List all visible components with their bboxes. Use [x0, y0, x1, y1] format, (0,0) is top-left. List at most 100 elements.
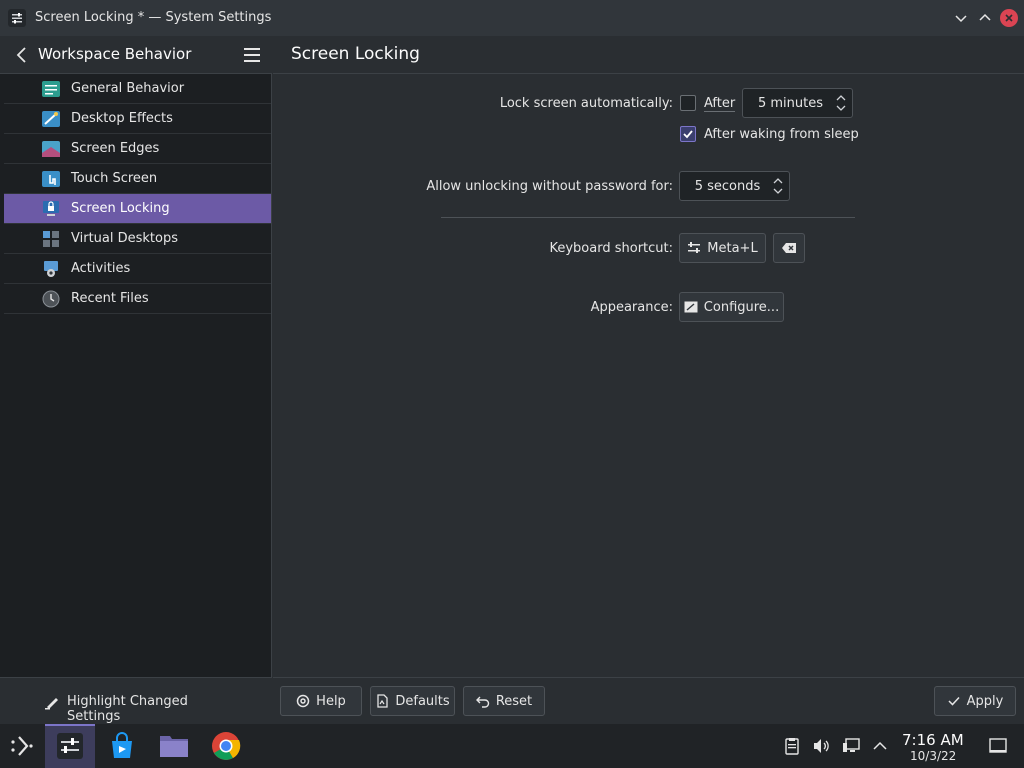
page-title: Screen Locking	[291, 44, 420, 64]
spin-arrows-icon[interactable]	[773, 175, 783, 197]
shortcut-config-icon	[688, 242, 701, 253]
unlock-without-password-label: Allow unlocking without password for:	[426, 179, 673, 194]
taskbar-system-settings[interactable]	[54, 730, 86, 762]
close-button[interactable]	[999, 8, 1019, 28]
backspace-clear-icon	[782, 243, 796, 253]
shortcut-value: Meta+L	[707, 240, 758, 256]
page-footer: Help Defaults Reset Apply	[273, 677, 1024, 724]
appearance-label: Appearance:	[590, 300, 673, 315]
hamburger-menu-icon[interactable]	[243, 47, 261, 63]
screen-edges-icon	[42, 141, 60, 157]
sidebar-item-activities[interactable]: Activities	[4, 254, 271, 284]
keyboard-shortcut-button[interactable]: Meta+L	[679, 233, 766, 263]
configure-icon	[684, 301, 698, 313]
checkmark-icon	[948, 696, 960, 706]
sidebar-title: Workspace Behavior	[38, 45, 192, 63]
section-divider	[441, 217, 855, 218]
volume-icon[interactable]	[812, 737, 830, 755]
touch-screen-icon	[42, 171, 60, 187]
configure-button[interactable]: Configure...	[679, 292, 784, 322]
sidebar-list: General Behavior Desktop Effects Screen …	[4, 74, 271, 314]
undo-icon	[475, 696, 490, 708]
taskbar-discover[interactable]	[106, 730, 138, 762]
sidebar-item-screen-edges[interactable]: Screen Edges	[4, 134, 271, 164]
system-settings-app-icon[interactable]	[8, 9, 26, 27]
defaults-button[interactable]: Defaults	[370, 686, 455, 716]
chevron-up-icon[interactable]	[871, 737, 889, 755]
sidebar-item-label: Activities	[71, 261, 131, 276]
activities-icon	[44, 261, 58, 277]
chevron-up-icon	[979, 13, 991, 21]
desktop-effects-icon	[42, 111, 60, 127]
sidebar-header: Workspace Behavior	[0, 36, 272, 74]
taskbar-dolphin[interactable]	[158, 730, 190, 762]
application-launcher-button[interactable]	[6, 730, 38, 762]
help-label: Help	[316, 693, 346, 709]
sidebar-item-label: Desktop Effects	[71, 111, 173, 126]
help-button[interactable]: Help	[280, 686, 362, 716]
spin-arrows-icon[interactable]	[836, 92, 846, 114]
maximize-button[interactable]	[975, 8, 995, 28]
clipboard-icon[interactable]	[783, 737, 801, 755]
taskbar-chrome[interactable]	[210, 730, 242, 762]
system-settings-icon	[57, 733, 83, 759]
folder-icon	[160, 736, 188, 757]
sidebar-item-recent-files[interactable]: Recent Files	[4, 284, 271, 314]
page-header: Screen Locking	[273, 36, 1024, 74]
sidebar-item-general-behavior[interactable]: General Behavior	[4, 74, 271, 104]
taskbar: 7:16 AM 10/3/22	[0, 724, 1024, 768]
apply-label: Apply	[966, 693, 1004, 709]
sidebar-item-label: Touch Screen	[71, 171, 158, 186]
reset-button[interactable]: Reset	[463, 686, 545, 716]
sidebar-item-label: Screen Locking	[71, 201, 170, 216]
clear-shortcut-button[interactable]	[773, 233, 805, 263]
reset-label: Reset	[495, 693, 533, 709]
close-icon	[1000, 9, 1018, 27]
system-settings-window: Screen Locking * — System Settings Works…	[0, 0, 1024, 724]
sidebar-item-touch-screen[interactable]: Touch Screen	[4, 164, 271, 194]
sidebar-item-label: Screen Edges	[71, 141, 160, 156]
discover-store-icon	[112, 732, 132, 758]
sidebar-item-label: General Behavior	[71, 81, 185, 96]
apply-button[interactable]: Apply	[934, 686, 1016, 716]
after-waking-checkbox[interactable]	[680, 126, 696, 142]
unlock-grace-value: 5 seconds	[694, 179, 761, 194]
lock-screen-automatically-label: Lock screen automatically:	[499, 96, 673, 111]
lock-timeout-value: 5 minutes	[757, 96, 824, 111]
recent-files-icon	[42, 290, 60, 308]
sidebar-item-label: Recent Files	[71, 291, 149, 306]
defaults-label: Defaults	[395, 693, 450, 709]
chrome-icon	[212, 732, 241, 760]
clock-time[interactable]: 7:16 AM	[902, 731, 964, 749]
back-arrow-icon[interactable]	[12, 45, 32, 65]
help-icon	[296, 694, 310, 708]
highlight-changed-settings-label: Highlight Changed Settings	[67, 694, 188, 724]
window-title: Screen Locking * — System Settings	[35, 10, 272, 25]
clock-date[interactable]: 10/3/22	[910, 749, 956, 763]
after-waking-label: After waking from sleep	[704, 127, 859, 142]
sidebar-item-desktop-effects[interactable]: Desktop Effects	[4, 104, 271, 134]
title-bar: Screen Locking * — System Settings	[0, 0, 1024, 36]
sidebar-item-screen-locking[interactable]: Screen Locking	[4, 194, 271, 224]
screen-locking-icon	[43, 201, 59, 216]
network-wired-icon[interactable]	[842, 737, 860, 755]
highlight-changed-settings-button[interactable]: Highlight Changed Settings	[40, 686, 240, 724]
highlighter-icon	[45, 698, 58, 710]
steamos-launcher-icon	[11, 736, 33, 756]
chevron-down-icon	[955, 15, 967, 23]
show-desktop-icon[interactable]	[989, 737, 1007, 755]
sidebar-item-virtual-desktops[interactable]: Virtual Desktops	[4, 224, 271, 254]
after-label: After	[704, 96, 736, 112]
document-icon	[377, 694, 389, 708]
sidebar-item-label: Virtual Desktops	[71, 231, 178, 246]
sidebar-footer: Highlight Changed Settings	[0, 677, 272, 724]
configure-label: Configure...	[703, 299, 780, 315]
after-checkbox[interactable]	[680, 95, 696, 111]
virtual-desktops-icon	[43, 231, 59, 247]
general-behavior-icon	[42, 81, 60, 97]
sidebar: Workspace Behavior General Behavior Desk…	[0, 36, 272, 724]
settings-form: Lock screen automatically: After 5 minut…	[273, 75, 1024, 675]
unlock-grace-spinbox[interactable]: 5 seconds	[679, 171, 790, 201]
minimize-button[interactable]	[951, 8, 971, 28]
lock-timeout-spinbox[interactable]: 5 minutes	[742, 88, 853, 118]
